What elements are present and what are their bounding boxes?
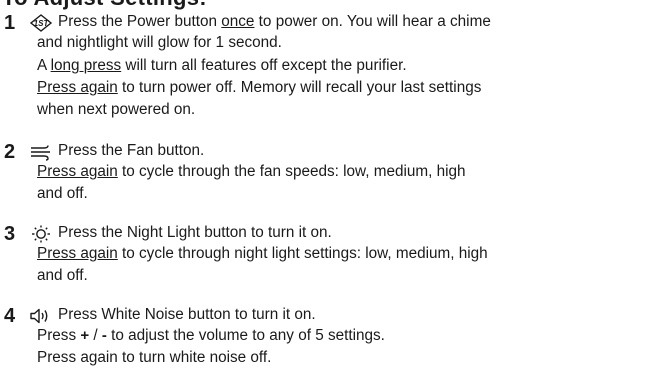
step-1-line-4: Press again to turn power off. Memory wi… xyxy=(37,79,482,96)
step-2-line-2: Press again to cycle through the fan spe… xyxy=(37,163,466,180)
speaker-icon xyxy=(30,308,48,324)
step-3-line-3: and off. xyxy=(37,267,88,284)
night-light-icon xyxy=(32,225,50,243)
step-number: 2 xyxy=(4,141,16,163)
fan-icon xyxy=(31,145,50,161)
plus-symbol: + xyxy=(80,327,90,344)
step-2-line-3: and off. xyxy=(37,185,88,202)
step-4-line-2: Press + / - to adjust the volume to any … xyxy=(37,327,385,344)
step-number: 1 xyxy=(4,12,16,34)
step-number: 4 xyxy=(4,305,16,327)
step-1-line-2: and nightlight will glow for 1 second. xyxy=(37,34,282,51)
step-3-line-2: Press again to cycle through night light… xyxy=(37,245,488,262)
step-1-line-5: when next powered on. xyxy=(37,101,196,118)
step-4-line-1: Press White Noise button to turn it on. xyxy=(58,306,316,323)
svg-text:1ST: 1ST xyxy=(34,19,50,28)
step-1-line-1: Press the Power button once to power on.… xyxy=(58,13,491,30)
power-1st-icon: 1ST xyxy=(29,14,53,32)
step-4-line-3: Press again to turn white noise off. xyxy=(37,349,272,366)
step-2-line-1: Press the Fan button. xyxy=(58,142,205,159)
section-heading: To Adjust Settings: xyxy=(2,0,207,10)
step-1-line-3: A long press will turn all features off … xyxy=(37,57,407,74)
step-3-line-1: Press the Night Light button to turn it … xyxy=(58,224,332,241)
step-number: 3 xyxy=(4,223,16,245)
